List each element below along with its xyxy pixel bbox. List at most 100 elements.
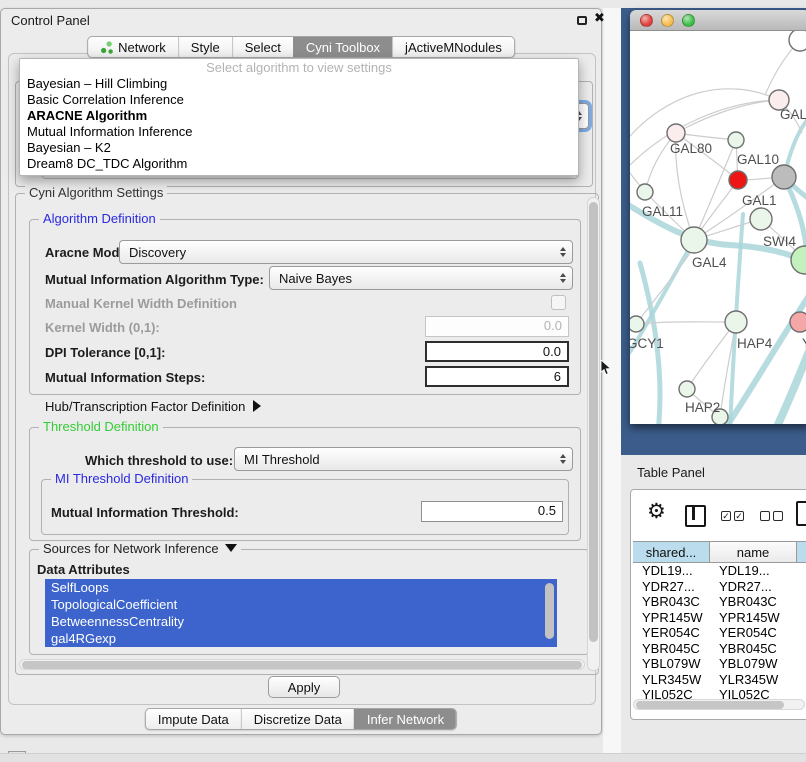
manual-kernel-width-checkbox[interactable] (551, 295, 566, 310)
data-attributes-list[interactable]: SelfLoopsTopologicalCoefficientBetweenne… (45, 579, 557, 647)
tab-impute-data[interactable]: Impute Data (146, 709, 241, 729)
network-node[interactable] (679, 381, 695, 397)
mi-steps-input[interactable]: 6 (425, 366, 569, 387)
table-cell[interactable]: 9. (797, 641, 805, 657)
sources-group-title[interactable]: Sources for Network Inference (39, 542, 241, 556)
column-header[interactable]: A (797, 542, 806, 563)
network-node[interactable] (789, 31, 806, 51)
network-node[interactable] (667, 124, 685, 142)
minimize-traffic-light-icon[interactable] (661, 14, 674, 27)
table-cell[interactable]: YPR145W (633, 610, 710, 626)
network-node[interactable] (790, 312, 806, 332)
tab-jactivemnodules[interactable]: jActiveMNodules (392, 37, 514, 57)
table-cell[interactable]: 9. (797, 687, 805, 699)
network-node[interactable] (729, 171, 747, 189)
network-node[interactable] (681, 227, 707, 253)
network-view-window[interactable]: GALGAL80GAL10GAL1GAL11SWI4GAL4GCY1HAP4YH… (630, 10, 806, 424)
kernel-width-input[interactable]: 0.0 (425, 316, 569, 337)
table-cell[interactable]: YBR045C (710, 641, 797, 657)
list-item[interactable]: BetweennessCentrality (45, 613, 557, 630)
list-item[interactable]: TopologicalCoefficient (45, 596, 557, 613)
table-cell[interactable]: YLR345W (710, 672, 797, 688)
apply-button[interactable]: Apply (268, 676, 340, 698)
dropdown-item[interactable]: Dream8 DC_TDC Algorithm (20, 156, 578, 172)
mi-algorithm-type-combo[interactable]: Naive Bayes (269, 266, 573, 290)
network-canvas[interactable]: GALGAL80GAL10GAL1GAL11SWI4GAL4GCY1HAP4YH… (630, 31, 806, 424)
network-node[interactable] (772, 165, 796, 189)
table-cell[interactable]: YLR345W (633, 672, 710, 688)
table-row[interactable]: YIL052CYIL052C9. (633, 687, 805, 699)
settings-horizontal-scrollbar[interactable] (19, 659, 585, 670)
close-icon[interactable]: ✖ (594, 11, 605, 26)
table-cell[interactable]: YBR043C (633, 594, 710, 610)
table-row[interactable]: YBR045CYBR045C9. (633, 641, 805, 657)
network-window-titlebar[interactable] (630, 10, 806, 31)
table-cell[interactable]: YER054C (710, 625, 797, 641)
table-cell[interactable]: YDL19... (633, 563, 710, 579)
table-cell[interactable] (797, 656, 805, 672)
tab-select[interactable]: Select (232, 37, 293, 57)
network-edge[interactable] (676, 100, 779, 133)
table-cell[interactable] (797, 594, 805, 610)
list-item[interactable]: gal4RGexp (45, 630, 557, 647)
table-row[interactable]: YPR145WYPR145W9. (633, 610, 805, 626)
table-cell[interactable]: YIL052C (710, 687, 797, 699)
table-cell[interactable]: YDR27... (710, 579, 797, 595)
table-cell[interactable]: YBR043C (710, 594, 797, 610)
dropdown-item[interactable]: Bayesian – K2 (20, 140, 578, 156)
table-cell[interactable]: 9. (797, 672, 805, 688)
aracne-mode-combo[interactable]: Discovery (119, 240, 573, 264)
network-node[interactable] (791, 246, 806, 274)
table-cell[interactable]: YDR27... (633, 579, 710, 595)
dropdown-item[interactable]: Mutual Information Inference (20, 124, 578, 140)
column-header[interactable]: shared... (633, 542, 710, 563)
table-row[interactable]: YLR345WYLR345W9. (633, 672, 805, 688)
network-edge[interactable] (687, 322, 736, 389)
table-cell[interactable]: YBL079W (633, 656, 710, 672)
mi-threshold-input[interactable]: 0.5 (421, 501, 563, 522)
column-header[interactable]: name (710, 542, 797, 563)
dropdown-item[interactable]: Bayesian – Hill Climbing (20, 76, 578, 92)
close-traffic-light-icon[interactable] (640, 14, 653, 27)
dropdown-item[interactable]: Basic Correlation Inference (20, 92, 578, 108)
table-cell[interactable]: 8. (797, 625, 805, 641)
table-cell[interactable]: 12 (797, 579, 805, 595)
table-row[interactable]: YBL079WYBL079W (633, 656, 805, 672)
deselect-all-checkboxes-icon[interactable] (760, 511, 783, 521)
settings-vertical-scrollbar[interactable] (587, 197, 600, 671)
dpi-tolerance-input[interactable]: 0.0 (425, 341, 569, 362)
list-item[interactable]: SelfLoops (45, 579, 557, 596)
float-window-icon[interactable] (577, 16, 587, 25)
tab-discretize-data[interactable]: Discretize Data (241, 709, 354, 729)
table-row[interactable]: YDR27...YDR27...12 (633, 579, 805, 595)
table-cell[interactable]: YPR145W (710, 610, 797, 626)
table-row[interactable]: YDL19...YDL19...13 (633, 563, 805, 579)
table-cell[interactable]: YER054C (633, 625, 710, 641)
table-row[interactable]: YBR043CYBR043C (633, 594, 805, 610)
tab-infer-network[interactable]: Infer Network (354, 709, 456, 729)
zoom-traffic-light-icon[interactable] (682, 14, 695, 27)
network-node[interactable] (725, 311, 747, 333)
table-cell[interactable]: 13 (797, 563, 805, 579)
table-horizontal-scrollbar[interactable] (633, 699, 805, 710)
table-header[interactable]: shared...nameA (633, 541, 806, 563)
tab-cyni-toolbox[interactable]: Cyni Toolbox (293, 37, 392, 57)
hub-definition-expander[interactable]: Hub/Transcription Factor Definition (45, 399, 261, 414)
table-cell[interactable]: 9. (797, 610, 805, 626)
table-cell[interactable]: YIL052C (633, 687, 710, 699)
gear-icon[interactable]: ⚙ (647, 499, 666, 523)
split-columns-icon[interactable] (685, 505, 706, 527)
tab-style[interactable]: Style (178, 37, 232, 57)
table-cell[interactable]: YBL079W (710, 656, 797, 672)
network-node[interactable] (728, 132, 744, 148)
network-node[interactable] (630, 316, 644, 332)
table-rows[interactable]: YDL19...YDL19...13YDR27...YDR27...12YBR0… (633, 563, 805, 699)
table-cell[interactable]: YBR045C (633, 641, 710, 657)
select-all-checkboxes-icon[interactable]: ✓✓ (721, 511, 744, 521)
network-node[interactable] (750, 208, 772, 230)
which-threshold-combo[interactable]: MI Threshold (234, 447, 573, 471)
document-icon[interactable] (796, 501, 806, 526)
list-scrollbar-thumb[interactable] (545, 583, 554, 639)
network-node[interactable] (637, 184, 653, 200)
table-row[interactable]: YER054CYER054C8. (633, 625, 805, 641)
